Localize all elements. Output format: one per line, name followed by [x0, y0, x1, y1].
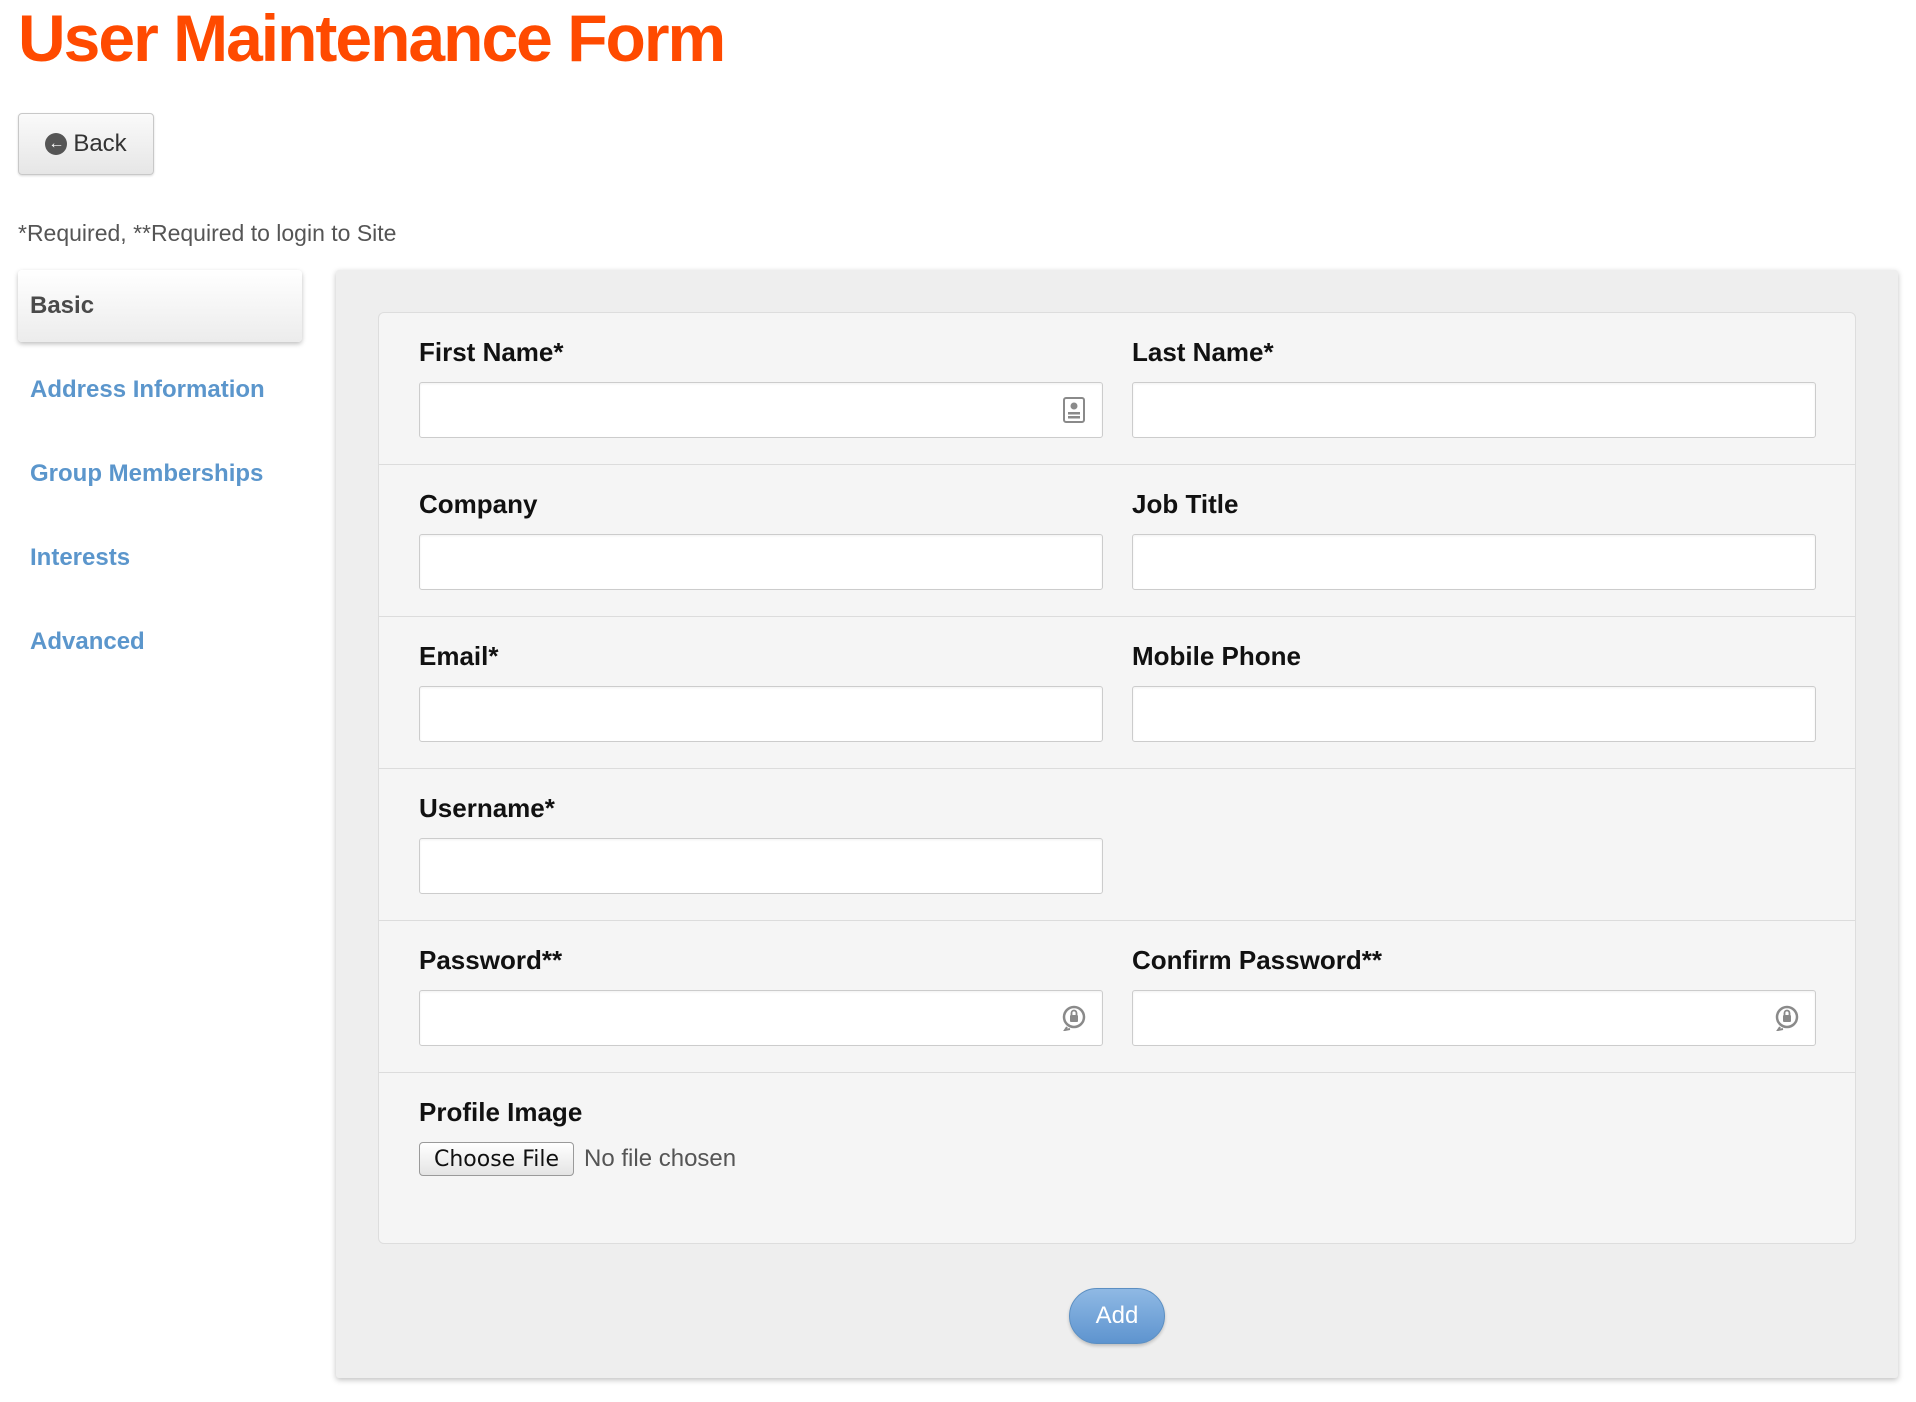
email-input-box — [419, 686, 1103, 742]
form-row-profile-image: Profile Image Choose File No file chosen — [379, 1073, 1855, 1243]
company-label: Company — [419, 489, 538, 519]
job-title-input-box — [1132, 534, 1816, 590]
form-row-contact: Email* Mobile Phone — [379, 617, 1855, 769]
job-title-label: Job Title — [1132, 489, 1239, 519]
password-input[interactable] — [420, 991, 1102, 1045]
form-row-username: Username* — [379, 769, 1855, 921]
mobile-phone-input[interactable] — [1133, 687, 1815, 741]
password-key-icon[interactable] — [1060, 1004, 1088, 1032]
confirm-password-label: Confirm Password** — [1132, 945, 1382, 975]
last-name-input-box — [1132, 382, 1816, 438]
form-panel: First Name* Last Name* Company Job Title… — [336, 270, 1898, 1378]
password-key-icon[interactable] — [1773, 1004, 1801, 1032]
page-title: User Maintenance Form — [18, 1, 726, 75]
email-input[interactable] — [420, 687, 1102, 741]
confirm-password-field: Confirm Password** — [1132, 945, 1816, 1046]
profile-image-label: Profile Image — [419, 1097, 583, 1127]
first-name-input[interactable] — [420, 383, 1102, 437]
confirm-password-input-box — [1132, 990, 1816, 1046]
sidebar-item-advanced[interactable]: Advanced — [18, 606, 302, 678]
file-status: No file chosen — [584, 1145, 737, 1172]
sidebar-nav: Basic Address Information Group Membersh… — [18, 270, 302, 690]
company-field: Company — [419, 489, 1103, 590]
profile-image-field: Profile Image Choose File No file chosen — [419, 1097, 736, 1176]
file-picker: Choose File No file chosen — [419, 1142, 736, 1176]
password-label: Password** — [419, 945, 563, 975]
form-row-name: First Name* Last Name* — [379, 313, 1855, 465]
username-input-box — [419, 838, 1103, 894]
first-name-label: First Name* — [419, 337, 564, 367]
form-card: First Name* Last Name* Company Job Title… — [378, 312, 1856, 1244]
add-button[interactable]: Add — [1069, 1288, 1165, 1344]
first-name-field: First Name* — [419, 337, 1103, 438]
back-button-label: Back — [73, 130, 127, 157]
sidebar-item-interests[interactable]: Interests — [18, 522, 302, 594]
sidebar-item-basic[interactable]: Basic — [18, 270, 302, 342]
username-input[interactable] — [420, 839, 1102, 893]
choose-file-button[interactable]: Choose File — [419, 1142, 575, 1176]
mobile-phone-input-box — [1132, 686, 1816, 742]
company-input-box — [419, 534, 1103, 590]
required-note: *Required, **Required to login to Site — [18, 220, 397, 246]
last-name-field: Last Name* — [1132, 337, 1816, 438]
password-field: Password** — [419, 945, 1103, 1046]
first-name-input-box — [419, 382, 1103, 438]
last-name-label: Last Name* — [1132, 337, 1274, 367]
form-row-company: Company Job Title — [379, 465, 1855, 617]
confirm-password-input[interactable] — [1133, 991, 1815, 1045]
company-input[interactable] — [420, 535, 1102, 589]
mobile-phone-label: Mobile Phone — [1132, 641, 1301, 671]
contact-card-icon[interactable] — [1060, 396, 1088, 424]
mobile-phone-field: Mobile Phone — [1132, 641, 1816, 742]
email-label: Email* — [419, 641, 499, 671]
job-title-input[interactable] — [1133, 535, 1815, 589]
last-name-input[interactable] — [1133, 383, 1815, 437]
email-field: Email* — [419, 641, 1103, 742]
password-input-box — [419, 990, 1103, 1046]
sidebar-item-group-memberships[interactable]: Group Memberships — [18, 438, 302, 510]
back-button[interactable]: ← Back — [18, 113, 154, 175]
job-title-field: Job Title — [1132, 489, 1816, 590]
arrow-left-circle-icon: ← — [45, 133, 68, 155]
form-row-password: Password** Confirm Password** — [379, 921, 1855, 1073]
username-field: Username* — [419, 793, 1103, 894]
sidebar-item-address-information[interactable]: Address Information — [18, 354, 302, 426]
username-label: Username* — [419, 793, 555, 823]
